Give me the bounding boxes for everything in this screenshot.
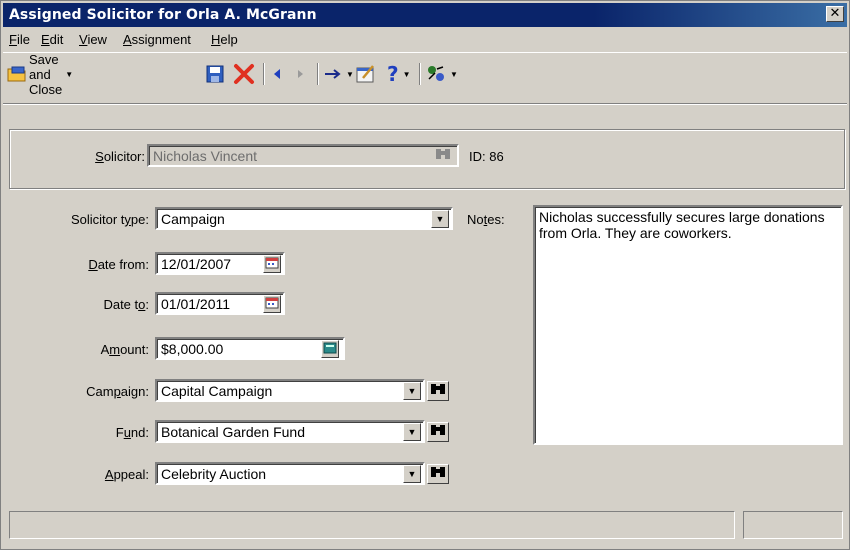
- date-to-value: 01/01/2011: [161, 296, 231, 312]
- campaign-value: Capital Campaign: [161, 383, 273, 399]
- chevron-down-icon: ▼: [407, 427, 417, 437]
- fund-label: Fund:: [115, 425, 149, 440]
- calculator-icon: [323, 342, 337, 356]
- menu-file-rest: ile: [16, 32, 30, 47]
- notes-textarea[interactable]: Nicholas successfully secures large dona…: [533, 205, 843, 445]
- toolbar-bottom-border: [3, 103, 847, 105]
- delete-button[interactable]: [233, 61, 255, 87]
- assigned-solicitor-window: Assigned Solicitor for Orla A. McGrann ✕…: [0, 0, 850, 550]
- solicitor-search-button[interactable]: [434, 147, 452, 165]
- delete-icon: [233, 63, 255, 85]
- menu-help-rest: elp: [220, 32, 238, 47]
- appeal-dropdown-button[interactable]: ▼: [403, 465, 421, 483]
- close-button[interactable]: ✕: [826, 6, 844, 22]
- toolbar-separator: [419, 63, 421, 85]
- toolbar-separator: [317, 63, 319, 85]
- save-and-close-icon: [7, 65, 27, 83]
- next-record-button[interactable]: [293, 61, 309, 87]
- toolbar-separator: [263, 63, 265, 85]
- previous-record-button[interactable]: [269, 61, 285, 87]
- binoculars-icon: [429, 465, 447, 483]
- date-to-label: Date to:: [103, 297, 149, 312]
- chevron-down-icon: ▼: [407, 469, 417, 479]
- toolbar: Save and Close ▼ ▼ ? ▼ ▼: [3, 52, 847, 105]
- binoculars-icon: [429, 382, 447, 400]
- save-icon: [205, 64, 225, 84]
- binoculars-icon: [434, 147, 452, 165]
- save-and-close-button[interactable]: Save and Close ▼: [7, 52, 73, 97]
- help-button[interactable]: ? ▼: [387, 61, 411, 87]
- solicitor-label-rest: olicitor:: [103, 149, 145, 164]
- appeal-search-button[interactable]: [427, 464, 449, 484]
- amount-label: Amount:: [100, 342, 149, 357]
- window-title: Assigned Solicitor for Orla A. McGrann: [9, 7, 317, 23]
- properties-icon: [355, 64, 377, 84]
- menu-edit-rest: dit: [49, 32, 64, 47]
- help-icon: ?: [387, 62, 399, 86]
- fund-select[interactable]: Botanical Garden Fund: [155, 420, 425, 443]
- date-from-calendar-button[interactable]: [263, 255, 281, 273]
- date-from-label: Date from:: [88, 257, 149, 272]
- save-button[interactable]: [205, 61, 225, 87]
- menu-edit[interactable]: Edit: [41, 32, 63, 47]
- chevron-down-icon: ▼: [407, 386, 417, 396]
- campaign-select[interactable]: Capital Campaign: [155, 379, 425, 402]
- solicitor-label: Solicitor:: [95, 149, 145, 164]
- previous-record-icon: [269, 66, 285, 82]
- binoculars-icon: [429, 423, 447, 441]
- help-dropdown-icon[interactable]: ▼: [403, 70, 411, 79]
- menu-help[interactable]: Help: [211, 32, 238, 47]
- solicitor-field[interactable]: Nicholas Vincent: [147, 144, 459, 167]
- solicitor-value: Nicholas Vincent: [153, 148, 258, 164]
- appeal-select[interactable]: Celebrity Auction: [155, 462, 425, 485]
- amount-field[interactable]: $8,000.00: [155, 337, 345, 360]
- appeal-value: Celebrity Auction: [161, 466, 267, 482]
- calendar-icon: [265, 297, 279, 311]
- status-pane-secondary: [743, 511, 843, 539]
- solicitor-type-select[interactable]: Campaign: [155, 207, 453, 230]
- chevron-down-icon: ▼: [435, 214, 445, 224]
- solicitor-type-dropdown-button[interactable]: ▼: [431, 210, 449, 228]
- notes-value: Nicholas successfully secures large dona…: [539, 209, 825, 241]
- properties-button[interactable]: [355, 61, 377, 87]
- menu-view[interactable]: View: [79, 32, 107, 47]
- appeal-label: Appeal:: [104, 467, 149, 482]
- solicitor-type-value: Campaign: [161, 211, 225, 227]
- calculator-button[interactable]: [321, 340, 339, 358]
- campaign-dropdown-button[interactable]: ▼: [403, 382, 421, 400]
- go-to-dropdown-icon[interactable]: ▼: [346, 70, 354, 79]
- fund-dropdown-button[interactable]: ▼: [403, 423, 421, 441]
- menu-bar: File Edit View Assignment Help: [3, 29, 847, 51]
- status-pane-main: [9, 511, 735, 539]
- date-from-value: 12/01/2007: [161, 256, 232, 272]
- fund-value: Botanical Garden Fund: [161, 424, 305, 440]
- menu-assignment[interactable]: Assignment: [123, 32, 191, 47]
- campaign-label: Campaign:: [86, 384, 149, 399]
- close-icon: ✕: [829, 6, 841, 21]
- tools-icon: [425, 63, 447, 85]
- fund-search-button[interactable]: [427, 422, 449, 442]
- save-and-close-label: Save and Close: [29, 51, 63, 97]
- amount-value: $8,000.00: [161, 341, 224, 357]
- go-to-icon: [323, 66, 343, 82]
- menu-view-rest: iew: [87, 32, 107, 47]
- save-and-close-dropdown-icon[interactable]: ▼: [65, 70, 73, 79]
- title-bar[interactable]: Assigned Solicitor for Orla A. McGrann ✕: [3, 3, 847, 27]
- date-to-calendar-button[interactable]: [263, 295, 281, 313]
- calendar-icon: [265, 257, 279, 271]
- menu-file[interactable]: File: [9, 32, 30, 47]
- campaign-search-button[interactable]: [427, 381, 449, 401]
- solicitor-id: ID: 86: [469, 149, 504, 164]
- tools-button[interactable]: ▼: [425, 61, 458, 87]
- tools-dropdown-icon[interactable]: ▼: [450, 70, 458, 79]
- notes-label: Notes:: [467, 212, 505, 227]
- go-to-button[interactable]: ▼: [323, 61, 354, 87]
- next-record-icon: [293, 66, 309, 82]
- solicitor-type-label: Solicitor type:: [70, 212, 149, 227]
- menu-assignment-rest: ssignment: [131, 32, 191, 47]
